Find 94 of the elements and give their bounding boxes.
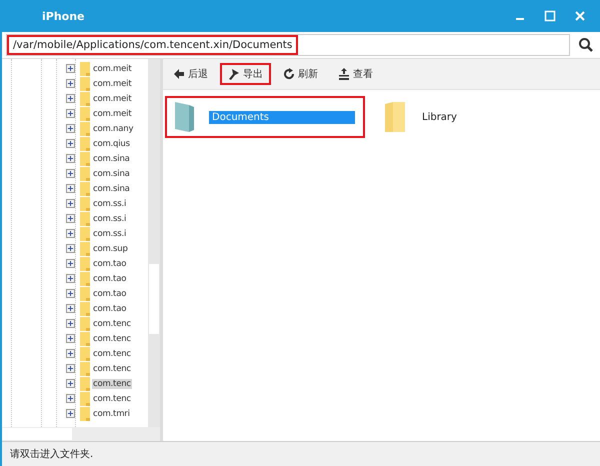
folder-icon — [80, 346, 90, 360]
folder-icon — [175, 102, 195, 132]
expand-icon[interactable] — [66, 184, 75, 193]
left-arrow-icon — [173, 68, 185, 80]
expand-icon[interactable] — [66, 289, 75, 298]
tree-item[interactable]: com.tao — [92, 274, 128, 284]
tree-item[interactable]: com.tao — [92, 258, 128, 268]
tree-item[interactable]: com.meit — [92, 64, 132, 74]
folder-icon — [80, 316, 90, 330]
pin-icon — [228, 68, 240, 80]
expand-icon[interactable] — [66, 139, 75, 148]
expand-icon[interactable] — [66, 109, 75, 118]
expand-icon[interactable] — [66, 304, 75, 313]
close-icon[interactable] — [574, 10, 586, 22]
folder-icon — [80, 272, 90, 286]
toolbar-button[interactable]: 查看 — [330, 63, 381, 85]
expand-icon[interactable] — [66, 94, 75, 103]
expand-icon[interactable] — [66, 154, 75, 163]
tree-item[interactable]: com.tao — [92, 288, 128, 298]
tree-item[interactable]: com.sup — [92, 244, 129, 254]
expand-icon[interactable] — [66, 364, 75, 373]
folder-icon — [80, 242, 90, 256]
expand-icon[interactable] — [66, 274, 75, 283]
tree-item[interactable]: com.tenc — [92, 334, 132, 344]
folder-icon — [80, 392, 90, 406]
tree-item[interactable]: com.nany — [92, 124, 134, 134]
expand-icon[interactable] — [66, 124, 75, 133]
folder-icon — [80, 376, 90, 390]
expand-icon[interactable] — [66, 79, 75, 88]
search-icon[interactable] — [578, 37, 594, 53]
folder-icon — [80, 302, 90, 316]
folder-icon — [385, 102, 405, 132]
expand-icon[interactable] — [66, 259, 75, 268]
folder-icon — [80, 76, 90, 90]
folder-icon — [80, 226, 90, 240]
folder-icon — [80, 362, 90, 376]
tree-item[interactable]: com.ss.i — [92, 214, 128, 224]
maximize-icon[interactable] — [544, 10, 556, 22]
expand-icon[interactable] — [66, 319, 75, 328]
tree-item[interactable]: com.tenc — [92, 318, 132, 328]
toolbar-button[interactable]: 刷新 — [275, 63, 326, 85]
folder-icon — [80, 106, 90, 120]
scrollbar[interactable] — [148, 59, 160, 427]
tree-item[interactable]: com.meit — [92, 78, 132, 88]
toolbar-button[interactable]: 后退 — [165, 63, 216, 85]
folder-icon — [80, 212, 90, 226]
tree-item[interactable]: com.qius — [92, 138, 131, 148]
tree-item[interactable]: com.meit — [92, 94, 132, 104]
address-field[interactable]: /var/mobile/Applications/com.tencent.xin/Documents — [6, 34, 570, 56]
expand-icon[interactable] — [66, 409, 75, 418]
expand-icon[interactable] — [66, 64, 75, 73]
tree-item[interactable]: com.tenc — [92, 378, 132, 388]
tree-item[interactable]: com.sina — [92, 168, 131, 178]
file-name: Documents — [209, 110, 355, 124]
tree-item[interactable]: com.sina — [92, 154, 131, 164]
toolbar-button[interactable]: 导出 — [220, 63, 271, 85]
expand-icon[interactable] — [66, 394, 75, 403]
folder-icon — [80, 152, 90, 166]
folder-icon — [80, 286, 90, 300]
tree-item[interactable]: com.tenc — [92, 348, 132, 358]
folder-icon — [80, 136, 90, 150]
window-title: iPhone — [42, 10, 85, 22]
folder-icon — [80, 62, 90, 76]
address-text: /var/mobile/Applications/com.tencent.xin/Documents — [7, 35, 298, 55]
refresh-icon — [283, 68, 295, 80]
folder-icon — [80, 196, 90, 210]
folder-icon — [80, 256, 90, 270]
status-text: 请双击进入文件夹. — [10, 448, 94, 461]
file-name: Library — [421, 110, 458, 124]
folder-icon — [80, 182, 90, 196]
folder-icon — [80, 92, 90, 106]
tree-item[interactable]: com.ss.i — [92, 228, 128, 238]
folder-icon — [80, 122, 90, 136]
horizontal-scrollbar[interactable] — [2, 427, 160, 441]
expand-icon[interactable] — [66, 214, 75, 223]
expand-icon[interactable] — [66, 199, 75, 208]
expand-icon[interactable] — [66, 379, 75, 388]
tree-item[interactable]: com.tenc — [92, 364, 132, 374]
expand-icon[interactable] — [66, 229, 75, 238]
folder-icon — [80, 406, 90, 420]
tree-item[interactable]: com.tmri — [92, 408, 131, 418]
folder-icon — [80, 332, 90, 346]
tree-item[interactable]: com.meit — [92, 108, 132, 118]
expand-icon[interactable] — [66, 334, 75, 343]
expand-icon[interactable] — [66, 244, 75, 253]
folder-icon — [80, 166, 90, 180]
upload-icon — [338, 68, 350, 80]
expand-icon[interactable] — [66, 169, 75, 178]
tree-item[interactable]: com.sina — [92, 184, 131, 194]
tree-item[interactable]: com.tenc — [92, 394, 132, 404]
expand-icon[interactable] — [66, 349, 75, 358]
file-item[interactable]: Library — [375, 96, 470, 138]
tree-item[interactable]: com.ss.i — [92, 198, 128, 208]
tree-item[interactable]: com.tao — [92, 304, 128, 314]
